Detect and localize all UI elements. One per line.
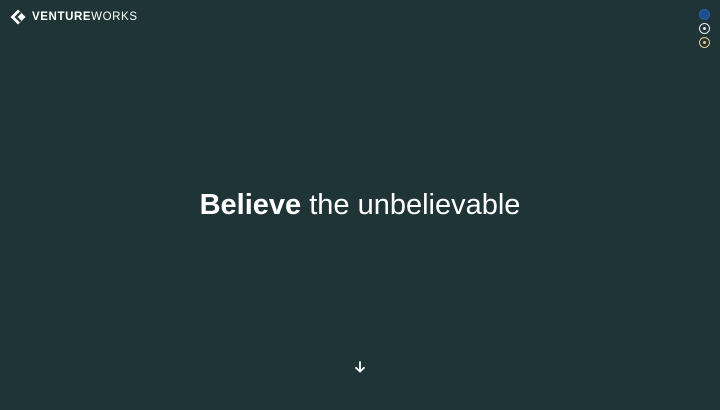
nav-dot-center bbox=[703, 41, 706, 44]
nav-dot-section-1[interactable] bbox=[699, 9, 710, 20]
hero-headline-rest: the unbelievable bbox=[301, 189, 521, 221]
logo-text: VENTUREWORKS bbox=[32, 9, 138, 25]
venture-works-logo-icon bbox=[10, 9, 26, 25]
nav-dot-section-2[interactable] bbox=[699, 23, 710, 34]
arrow-down-icon[interactable] bbox=[354, 361, 366, 373]
nav-dot-center bbox=[703, 27, 706, 30]
hero-headline: Believe the unbelievable bbox=[0, 186, 720, 224]
page: VENTUREWORKS Believe the unbelievable bbox=[0, 0, 720, 410]
logo-text-bold: VENTURE bbox=[32, 11, 92, 23]
section-nav-dots bbox=[699, 9, 710, 48]
hero-headline-strong: Believe bbox=[199, 189, 302, 221]
logo-link[interactable]: VENTUREWORKS bbox=[10, 9, 138, 25]
nav-dot-section-3[interactable] bbox=[699, 37, 710, 48]
logo-text-light: WORKS bbox=[91, 11, 138, 23]
